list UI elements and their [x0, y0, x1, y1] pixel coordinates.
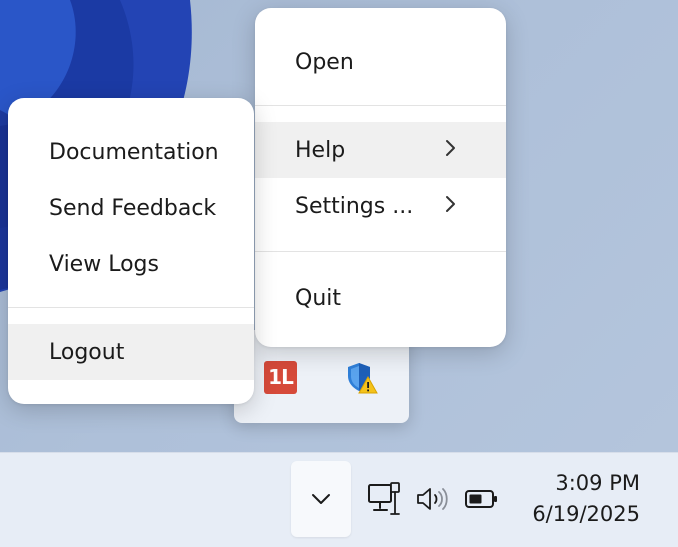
menu-item-open[interactable]: Open	[255, 34, 506, 90]
app-red-icon[interactable]: 1L	[264, 361, 297, 394]
tray-context-menu: Open Help Settings ... Quit	[255, 8, 506, 347]
chevron-down-icon	[312, 494, 330, 504]
battery-icon[interactable]	[464, 488, 500, 510]
menu-item-open-label: Open	[295, 49, 354, 75]
submenu-item-documentation-label: Documentation	[49, 139, 219, 165]
show-hidden-icons-button[interactable]	[291, 461, 351, 537]
menu-item-settings[interactable]: Settings ...	[255, 178, 506, 234]
menu-item-quit-label: Quit	[295, 285, 341, 311]
menu-item-settings-label: Settings ...	[295, 193, 414, 219]
security-shield-warning-icon[interactable]	[345, 360, 379, 394]
submenu-item-view-logs[interactable]: View Logs	[8, 236, 254, 292]
submenu-item-documentation[interactable]: Documentation	[8, 124, 254, 180]
menu-item-help[interactable]: Help	[255, 122, 506, 178]
submenu-item-view-logs-label: View Logs	[49, 251, 159, 277]
submenu-item-send-feedback-label: Send Feedback	[49, 195, 217, 221]
submenu-item-logout[interactable]: Logout	[8, 324, 254, 380]
chevron-right-icon	[446, 140, 455, 156]
chevron-right-icon	[446, 196, 455, 212]
taskbar: 3:09 PM 6/19/2025	[0, 452, 678, 547]
menu-separator	[8, 307, 254, 308]
help-submenu: Documentation Send Feedback View Logs Lo…	[8, 98, 254, 404]
menu-separator	[255, 251, 506, 252]
menu-separator	[255, 105, 506, 106]
menu-item-help-label: Help	[295, 137, 346, 163]
submenu-item-logout-label: Logout	[49, 339, 125, 365]
clock-date: 6/19/2025	[532, 502, 640, 526]
network-icon[interactable]	[367, 481, 403, 517]
volume-icon[interactable]	[416, 486, 450, 512]
clock[interactable]: 3:09 PM 6/19/2025	[532, 468, 640, 530]
menu-item-quit[interactable]: Quit	[255, 270, 506, 326]
submenu-item-send-feedback[interactable]: Send Feedback	[8, 180, 254, 236]
clock-time: 3:09 PM	[555, 471, 640, 495]
